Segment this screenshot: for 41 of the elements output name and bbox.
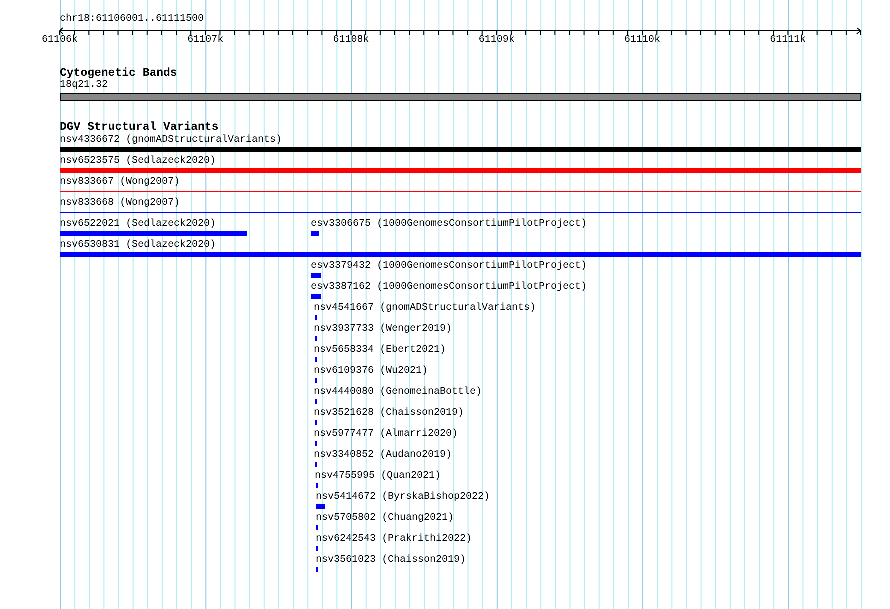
- ruler-label: 61108k: [332, 35, 370, 47]
- feature-label[interactable]: nsv833668 (Wong2007): [60, 198, 180, 209]
- feature-label[interactable]: nsv6522021 (Sedlazeck2020): [60, 219, 216, 230]
- feature-label[interactable]: esv3387162 (1000GenomesConsortiumPilotProject): [311, 282, 588, 293]
- feature-label[interactable]: nsv3521628 (Chaisson2019): [314, 408, 464, 419]
- ruler-label: 61109k: [478, 35, 516, 47]
- ruler-label: 61111k: [769, 35, 808, 47]
- ruler-label: 61107k: [186, 35, 225, 47]
- feature-label[interactable]: nsv5414672 (ByrskaBishop2022): [316, 492, 490, 503]
- feature-bar[interactable]: [60, 168, 861, 173]
- ruler-label: 61110k: [624, 35, 662, 47]
- feature-bar[interactable]: [60, 147, 861, 152]
- location-text: chr18:61106001..61111500: [60, 14, 206, 26]
- feature-label[interactable]: nsv5977477 (Almarri2020): [314, 429, 458, 440]
- feature-bar[interactable]: [311, 273, 321, 278]
- feature-bar[interactable]: [60, 231, 247, 236]
- feature-label[interactable]: nsv6109376 (Wu2021): [314, 366, 428, 377]
- feature-bar[interactable]: [311, 294, 321, 299]
- track-title: DGV Structural Variants: [60, 121, 220, 134]
- feature-label[interactable]: nsv833667 (Wong2007): [60, 177, 180, 188]
- feature-label[interactable]: nsv6530831 (Sedlazeck2020): [60, 240, 216, 251]
- feature-label[interactable]: nsv3937733 (Wenger2019): [314, 324, 452, 335]
- feature-label[interactable]: esv3306675 (1000GenomesConsortiumPilotProject): [311, 219, 588, 230]
- cytoband-bar[interactable]: [60, 93, 861, 101]
- feature-label[interactable]: nsv3340852 (Audano2019): [314, 450, 452, 461]
- ruler-label: 61106k: [40, 35, 79, 47]
- feature-bar[interactable]: [60, 252, 861, 257]
- feature-bar[interactable]: [311, 231, 319, 236]
- feature-label[interactable]: nsv5705802 (Chuang2021): [316, 513, 454, 524]
- track-title: Cytogenetic Bands: [60, 67, 178, 80]
- feature-bar[interactable]: [316, 504, 325, 509]
- feature-label[interactable]: nsv3561023 (Chaisson2019): [316, 555, 466, 566]
- band-label: 18q21.32: [60, 80, 110, 92]
- feature-label[interactable]: nsv6523575 (Sedlazeck2020): [60, 156, 216, 167]
- feature-label[interactable]: nsv6242543 (Prakrithi2022): [316, 534, 472, 545]
- feature-label[interactable]: esv3379432 (1000GenomesConsortiumPilotProject): [311, 261, 588, 272]
- feature-label[interactable]: nsv4336672 (gnomADStructuralVariants): [60, 135, 282, 146]
- feature-label[interactable]: nsv4541667 (gnomADStructuralVariants): [314, 303, 536, 314]
- feature-label[interactable]: nsv4440080 (GenomeinaBottle): [314, 387, 482, 398]
- feature-label[interactable]: nsv5658334 (Ebert2021): [314, 345, 446, 356]
- feature-label[interactable]: nsv4755995 (Quan2021): [315, 471, 442, 482]
